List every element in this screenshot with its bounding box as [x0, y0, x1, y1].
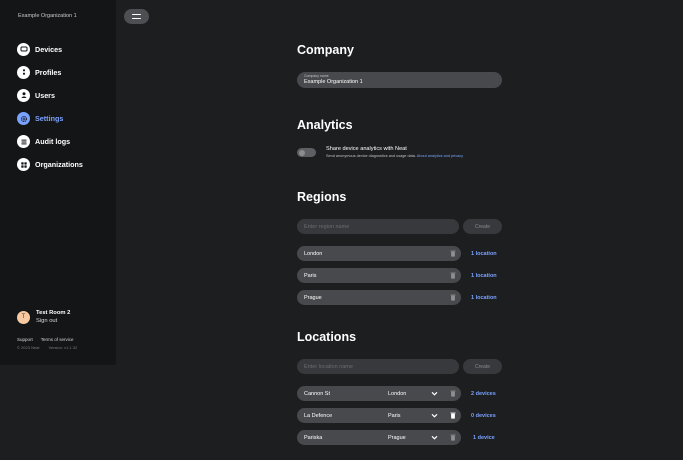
analytics-desc-text: Send anonymous device diagnostics and us… [326, 154, 416, 158]
region-name-input[interactable] [297, 219, 459, 234]
region-name: Paris [304, 272, 317, 279]
user-profile: T Test Room 2 Sign out [17, 310, 70, 324]
trash-icon[interactable] [450, 412, 456, 419]
sidebar-item-devices[interactable]: Devices [17, 42, 83, 56]
organizations-icon [17, 158, 30, 172]
sidebar-nav: Devices Profiles Users Settings Audit lo… [17, 42, 83, 181]
sidebar-item-label: Profiles [35, 67, 62, 77]
region-row[interactable]: London [297, 246, 461, 261]
footer-meta: © 2023 Neat Version: v1.1.32 [17, 345, 77, 350]
company-name-field[interactable]: Company name Example Organization 1 [297, 72, 502, 88]
region-row[interactable]: Prague [297, 290, 461, 305]
company-section-title: Company [297, 43, 354, 57]
create-location-button[interactable]: Create [463, 359, 502, 374]
location-name: La Defence [304, 412, 333, 419]
version-text: Version: v1.1.32 [48, 345, 78, 350]
sidebar-item-settings[interactable]: Settings [17, 112, 83, 126]
trash-icon[interactable] [450, 390, 456, 397]
company-name-value[interactable]: Example Organization 1 [304, 78, 495, 86]
analytics-section-title: Analytics [297, 118, 353, 132]
region-name: London [304, 250, 323, 257]
sign-out-link[interactable]: Sign out [36, 318, 70, 324]
audit-logs-icon [17, 135, 30, 149]
location-name: Cannon St [304, 390, 330, 397]
sidebar-item-users[interactable]: Users [17, 88, 83, 102]
location-name: Pariska [304, 434, 323, 441]
profiles-icon [17, 65, 30, 79]
region-name: Prague [304, 294, 322, 301]
trash-icon[interactable] [450, 272, 456, 279]
support-link[interactable]: Support [17, 337, 33, 342]
region-location-count[interactable]: 1 location [471, 251, 497, 257]
copyright-text: © 2023 Neat [17, 345, 40, 350]
location-row[interactable]: La Defence Paris [297, 408, 461, 423]
sidebar-item-organizations[interactable]: Organizations [17, 158, 83, 172]
region-location-count[interactable]: 1 location [471, 273, 497, 279]
sidebar-item-label: Users [35, 90, 55, 100]
sidebar-item-profiles[interactable]: Profiles [17, 65, 83, 79]
profile-name: Test Room 2 [36, 310, 71, 316]
sidebar-item-label: Organizations [35, 160, 83, 170]
create-region-button[interactable]: Create [463, 219, 502, 234]
org-name: Example Organization 1 [18, 13, 77, 19]
chevron-down-icon[interactable] [431, 390, 438, 397]
location-name-input[interactable] [297, 359, 459, 374]
menu-toggle-button[interactable] [124, 9, 149, 24]
analytics-toggle[interactable] [297, 148, 316, 157]
chevron-down-icon[interactable] [431, 412, 438, 419]
sidebar: Example Organization 1 Devices Profiles … [0, 0, 116, 365]
devices-icon [17, 42, 30, 56]
sidebar-item-label: Settings [35, 114, 64, 124]
sidebar-item-label: Audit logs [35, 137, 71, 147]
trash-icon[interactable] [450, 434, 456, 441]
location-row[interactable]: Cannon St London [297, 386, 461, 401]
terms-link[interactable]: Terms of service [41, 337, 74, 342]
chevron-down-icon[interactable] [431, 434, 438, 441]
location-row[interactable]: Pariska Prague [297, 430, 461, 445]
avatar[interactable]: T [17, 310, 30, 324]
analytics-setting-title: Share device analytics with Neat [326, 146, 407, 152]
regions-section-title: Regions [297, 190, 347, 204]
analytics-setting-desc: Send anonymous device diagnostics and us… [326, 154, 463, 158]
location-region-select[interactable]: Paris [388, 413, 401, 419]
location-device-count[interactable]: 0 devices [471, 413, 496, 419]
region-location-count[interactable]: 1 location [471, 295, 497, 301]
sidebar-item-label: Devices [35, 44, 63, 54]
trash-icon[interactable] [450, 250, 456, 257]
sidebar-item-audit-logs[interactable]: Audit logs [17, 135, 83, 149]
location-device-count[interactable]: 1 device [473, 435, 495, 441]
location-device-count[interactable]: 2 devices [471, 391, 496, 397]
footer-links: Support Terms of service [17, 337, 74, 342]
menu-icon [132, 14, 141, 19]
trash-icon[interactable] [450, 294, 456, 301]
locations-section-title: Locations [297, 330, 357, 344]
user-icon [17, 88, 30, 102]
region-row[interactable]: Paris [297, 268, 461, 283]
location-region-select[interactable]: London [388, 391, 406, 397]
settings-icon [17, 112, 30, 126]
analytics-privacy-link[interactable]: About analytics and privacy [417, 154, 463, 158]
toggle-knob [298, 149, 305, 156]
location-region-select[interactable]: Prague [388, 435, 406, 441]
